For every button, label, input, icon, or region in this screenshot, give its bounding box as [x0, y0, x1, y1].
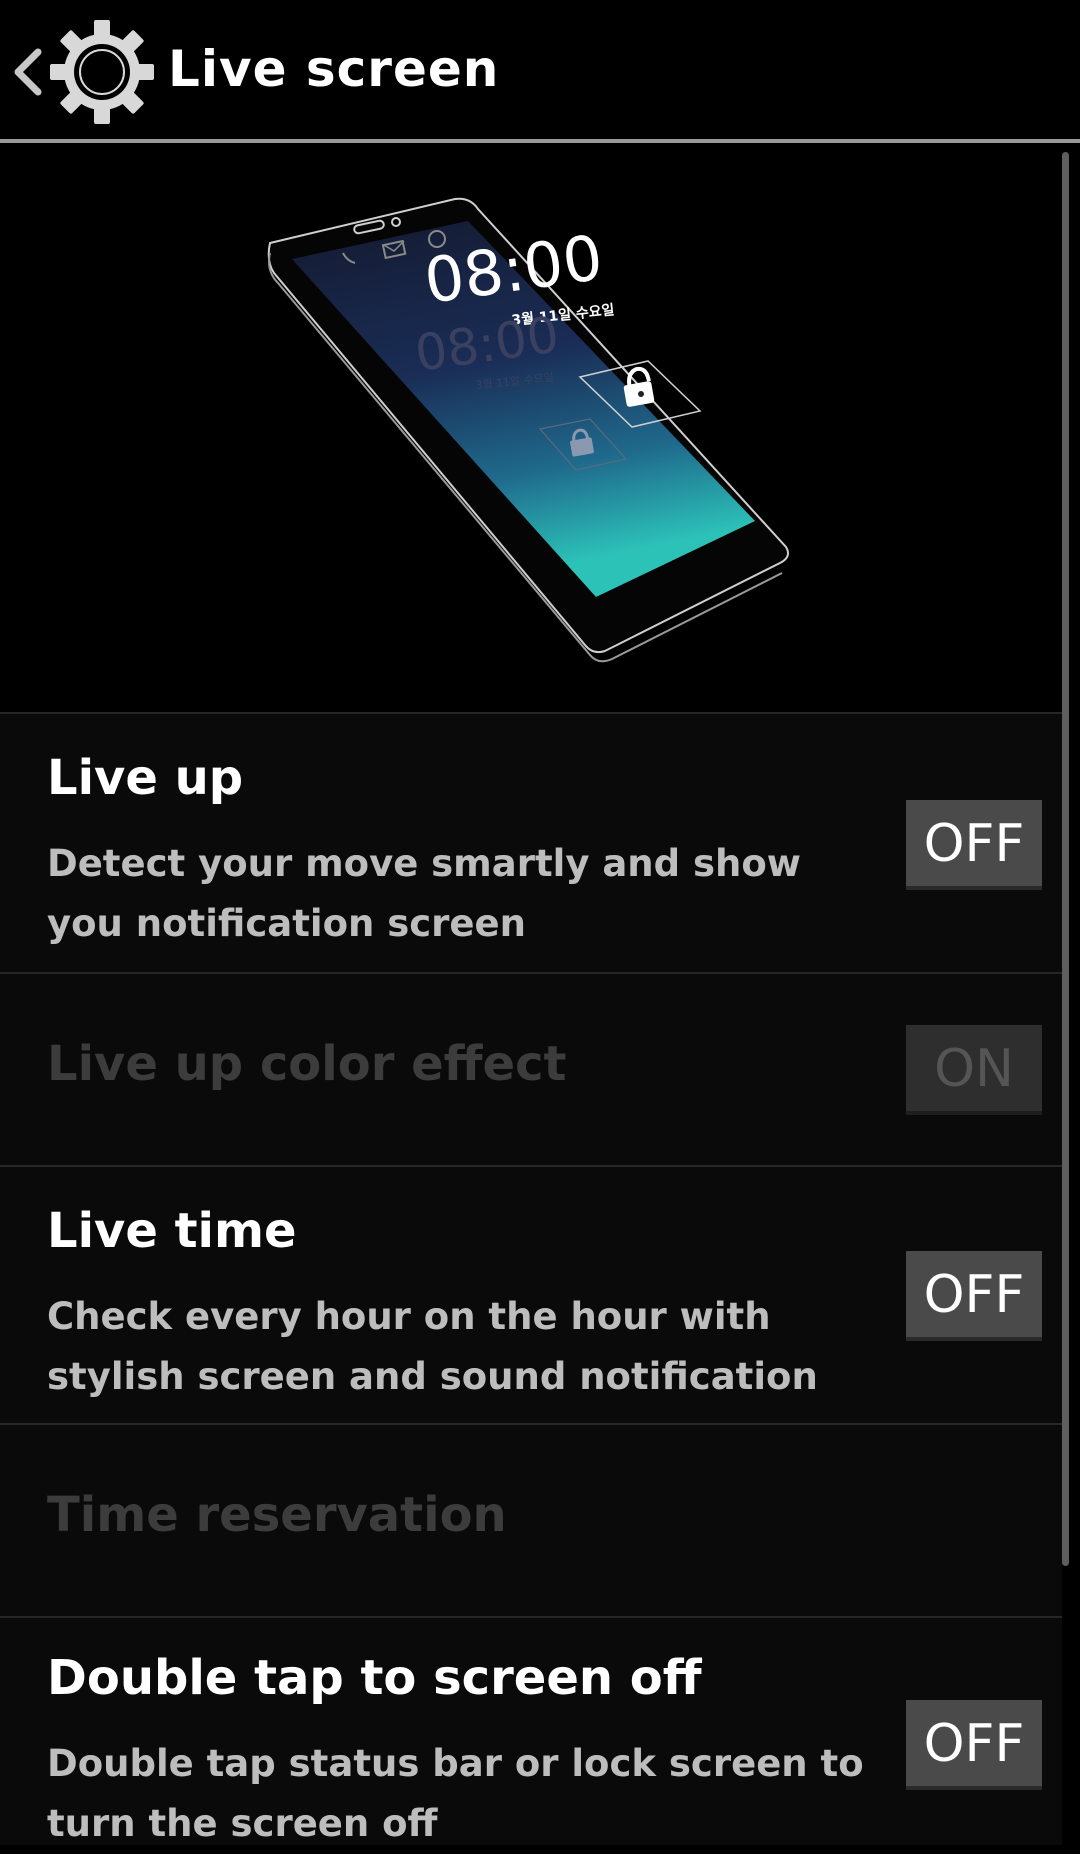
setting-description: Check every hour on the hour with stylis…: [47, 1295, 818, 1398]
setting-double-tap-screen-off[interactable]: Double tap to screen off Double tap stat…: [0, 1616, 1062, 1845]
live-screen-illustration: 08:00 3월 11일 수요일 08:00 3월 11일 수요일: [0, 143, 1062, 712]
scrollbar-thumb[interactable]: [1062, 152, 1069, 1566]
setting-title: Double tap to screen off: [47, 1650, 702, 1706]
gear-icon[interactable]: [48, 18, 156, 126]
live-up-color-effect-toggle[interactable]: ON: [906, 1025, 1042, 1115]
setting-live-up-color-effect[interactable]: Live up color effect ON: [0, 972, 1062, 1165]
page-title: Live screen: [168, 40, 500, 98]
chevron-left-icon[interactable]: [10, 48, 44, 96]
setting-title: Time reservation: [47, 1487, 507, 1543]
setting-description: Detect your move smartly and show you no…: [47, 842, 801, 945]
setting-title: Live up color effect: [47, 1036, 567, 1092]
live-up-toggle[interactable]: OFF: [906, 800, 1042, 890]
setting-live-up[interactable]: Live up Detect your move smartly and sho…: [0, 712, 1062, 972]
setting-title: Live up: [47, 750, 244, 806]
setting-time-reservation[interactable]: Time reservation: [0, 1423, 1062, 1616]
live-time-toggle[interactable]: OFF: [906, 1251, 1042, 1341]
double-tap-toggle[interactable]: OFF: [906, 1700, 1042, 1790]
setting-description: Double tap status bar or lock screen to …: [47, 1742, 864, 1845]
setting-live-time[interactable]: Live time Check every hour on the hour w…: [0, 1165, 1062, 1423]
setting-title: Live time: [47, 1203, 297, 1259]
action-bar: Live screen: [0, 0, 1080, 142]
